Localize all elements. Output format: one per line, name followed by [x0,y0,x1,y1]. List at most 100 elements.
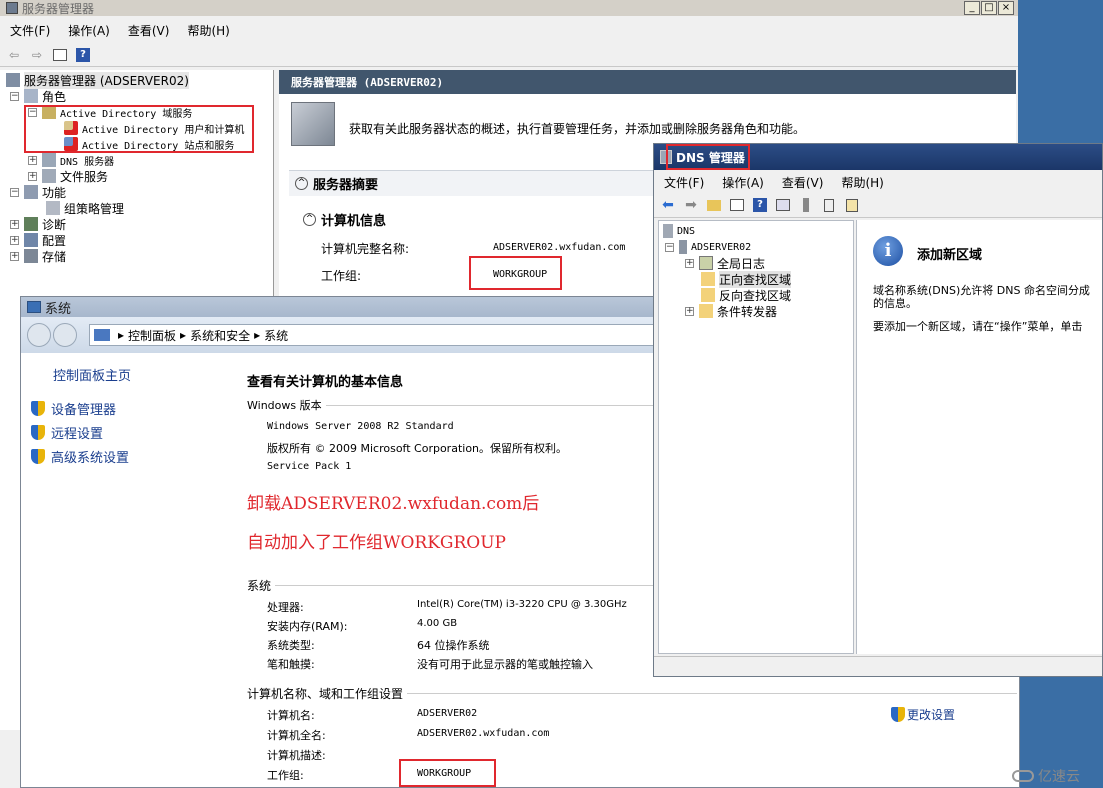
server-manager-toolbar: ⇦ ⇨ ? [0,43,1018,67]
collapse-circle-icon[interactable]: ^ [303,213,316,226]
highlight-workgroup-system [399,759,496,787]
expand-icon[interactable]: + [685,258,694,268]
show-tree-icon[interactable] [50,46,70,64]
highlight-dns-title [666,144,750,170]
system-sidebar: 控制面板主页 设备管理器 远程设置 高级系统设置 [21,353,231,787]
tree-group-policy[interactable]: 组策略管理 [46,200,124,216]
server-manager-menubar: 文件(F) 操作(A) 查看(V) 帮助(H) [0,20,1018,40]
system-window-icon [27,301,41,313]
highlight-workgroup [469,256,562,290]
help-icon[interactable]: ? [73,46,93,64]
menu-file[interactable]: 文件(F) [10,22,50,39]
menu-action[interactable]: 操作(A) [68,22,110,39]
dns-tree-conditional-forwarders[interactable]: + 条件转发器 [685,303,777,319]
tree-dns-server[interactable]: + DNS 服务器 [28,152,114,168]
dns-tree-reverse-zones[interactable]: 反向查找区域 [701,287,791,303]
change-settings-link[interactable]: 更改设置 [891,706,955,723]
properties-icon[interactable] [773,196,793,214]
dns-panel-text-2: 要添加一个新区域，请在“操作”菜单，单击 [873,320,1083,333]
diagnostics-icon [24,217,38,231]
shield-icon [31,449,45,464]
back-arrow-icon[interactable]: ⬅ [658,196,678,214]
collapse-icon[interactable]: − [10,91,19,101]
tree-diagnostics[interactable]: + 诊断 [10,216,66,232]
dns-menu-file[interactable]: 文件(F) [664,174,704,191]
up-folder-icon[interactable] [704,196,724,214]
remote-settings-link[interactable]: 远程设置 [31,423,103,442]
annotation-line-1: 卸载ADSERVER02.wxfudan.com后 [247,494,540,514]
group-policy-icon [46,201,60,215]
folder-icon [699,304,713,318]
full-name-label: 计算机完整名称: [321,242,410,256]
system-heading: 查看有关计算机的基本信息 [247,375,404,390]
expand-icon[interactable]: + [28,171,37,181]
forward-circle-icon[interactable] [53,323,77,347]
dns-menu-view[interactable]: 查看(V) [782,174,824,191]
shield-icon [31,425,45,440]
expand-icon[interactable]: + [10,251,19,261]
minimize-button[interactable]: _ [964,1,980,15]
breadcrumb-system-security[interactable]: 系统和安全 [190,327,250,344]
dns-tree-server[interactable]: − ADSERVER02 [665,239,751,255]
expand-icon[interactable]: + [685,306,694,316]
breadcrumb-control-panel[interactable]: 控制面板 [128,327,176,344]
full-name-value: ADSERVER02.wxfudan.com [493,242,626,253]
tree-root[interactable]: 服务器管理器 (ADSERVER02) [6,71,189,89]
dns-server-icon [679,240,687,254]
list-icon[interactable] [819,196,839,214]
service-pack-text: Service Pack 1 [267,461,352,472]
back-circle-icon[interactable] [27,323,51,347]
copy-icon[interactable] [842,196,862,214]
shield-icon [31,401,45,416]
dns-toolbar: ⬅ ➡ ? [654,193,1102,218]
device-manager-link[interactable]: 设备管理器 [31,399,116,418]
menu-help[interactable]: 帮助(H) [187,22,229,39]
collapse-circle-icon[interactable]: ^ [295,177,308,190]
tree-configuration[interactable]: + 配置 [10,232,66,248]
server-icon[interactable] [796,196,816,214]
help-icon[interactable]: ? [750,196,770,214]
dns-panel-text-1b: 的信息。 [873,297,917,310]
server-icon [6,73,20,87]
forward-arrow-icon[interactable]: ➡ [681,196,701,214]
overview-description: 获取有关此服务器状态的概述，执行首要管理任务，并添加或删除服务器角色和功能。 [349,122,806,136]
system-title: 系统 [45,301,72,317]
dns-panel-title: 添加新区域 [917,248,983,263]
expand-icon[interactable]: + [10,219,19,229]
control-panel-icon [94,329,110,341]
tree-file-services[interactable]: + 文件服务 [28,168,108,184]
tree-features[interactable]: − 功能 [10,184,66,200]
tree-roles[interactable]: − 角色 [10,88,66,104]
dns-menu-action[interactable]: 操作(A) [722,174,764,191]
expand-icon[interactable]: + [10,235,19,245]
dns-statusbar [654,656,1102,676]
breadcrumb-system[interactable]: 系统 [264,327,288,344]
collapse-icon[interactable]: − [665,242,674,252]
copyright-text: 版权所有 © 2009 Microsoft Corporation。保留所有权利… [267,442,568,455]
highlight-ad-roles [24,105,254,153]
close-button[interactable]: × [998,1,1014,15]
dns-tree-forward-zones[interactable]: 正向查找区域 [701,270,792,288]
forward-arrow-icon[interactable]: ⇨ [27,46,47,64]
annotation-line-2: 自动加入了工作组WORKGROUP [247,533,506,553]
watermark: 亿速云 [1012,766,1080,786]
show-tree-icon[interactable] [727,196,747,214]
folder-icon [701,288,715,302]
storage-icon [24,249,38,263]
name-section-header: 计算机名称、域和工作组设置 [247,685,1017,702]
tree-storage[interactable]: + 存储 [10,248,66,264]
dns-tree-global-logs[interactable]: + 全局日志 [685,255,765,271]
folder-icon [701,272,715,286]
expand-icon[interactable]: + [28,155,37,165]
advanced-settings-link[interactable]: 高级系统设置 [31,447,129,466]
collapse-icon[interactable]: − [10,187,19,197]
dns-tree-root[interactable]: DNS [663,223,695,239]
control-panel-home-link[interactable]: 控制面板主页 [53,365,131,384]
menu-view[interactable]: 查看(V) [128,22,170,39]
dns-tree: DNS − ADSERVER02 + 全局日志 正向查找区域 反向查找区域 + … [658,220,854,654]
dns-menu-help[interactable]: 帮助(H) [841,174,883,191]
maximize-button[interactable]: □ [981,1,997,15]
server-manager-app-icon [6,2,18,14]
features-icon [24,185,38,199]
back-arrow-icon[interactable]: ⇦ [4,46,24,64]
